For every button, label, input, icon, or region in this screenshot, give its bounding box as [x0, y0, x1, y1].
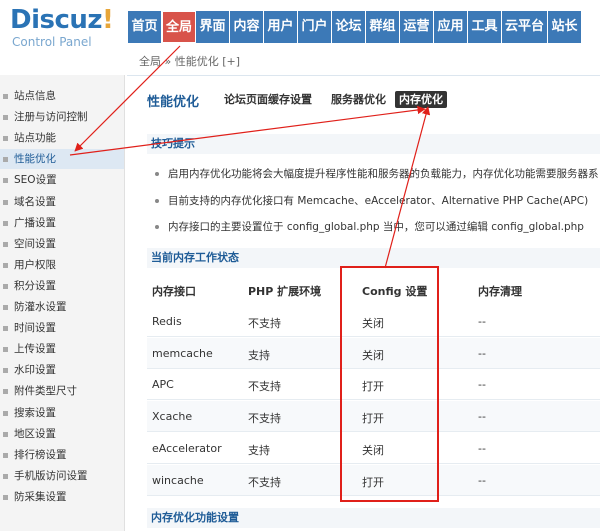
annotation-arrows [69, 45, 431, 269]
annotation-arrow [384, 106, 431, 269]
annotation-arrow [74, 45, 181, 152]
annotation-arrow [69, 105, 426, 156]
